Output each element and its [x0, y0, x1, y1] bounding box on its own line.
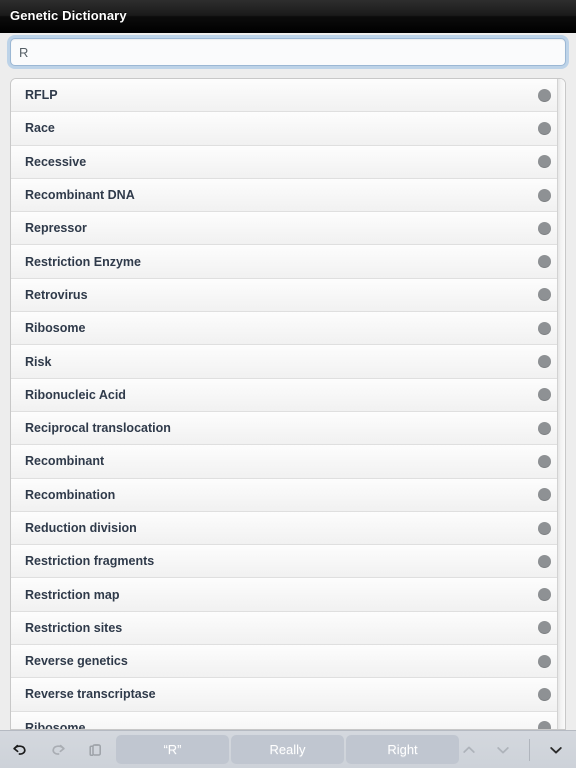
list-item-label: Reciprocal translocation	[25, 421, 171, 436]
list-item-label: Repressor	[25, 221, 87, 236]
app-window: Genetic Dictionary RFLP Race Recessive Reco…	[0, 0, 576, 768]
dismiss-keyboard-icon[interactable]	[544, 738, 568, 762]
chevron-down-icon[interactable]	[491, 738, 515, 762]
filled-circle-icon[interactable]	[538, 554, 551, 568]
list-item[interactable]: Restriction map	[11, 578, 565, 612]
list-item[interactable]: Ribosome	[11, 711, 565, 729]
filled-circle-icon[interactable]	[538, 687, 551, 701]
filled-circle-icon[interactable]	[538, 355, 551, 369]
list-item-label: Recombinant DNA	[25, 188, 135, 203]
filled-circle-icon[interactable]	[538, 155, 551, 169]
suggestion-button[interactable]: Right	[346, 735, 459, 764]
list-item-label: Ribosome	[25, 321, 86, 336]
filled-circle-icon[interactable]	[538, 321, 551, 335]
suggestion-button[interactable]: Really	[231, 735, 344, 764]
page-title: Genetic Dictionary	[10, 8, 127, 23]
list-item-label: Ribosome	[25, 720, 86, 729]
filled-circle-icon[interactable]	[538, 421, 551, 435]
list-scrollbar[interactable]	[557, 79, 565, 729]
filled-circle-icon[interactable]	[538, 588, 551, 602]
list-item[interactable]: Restriction Enzyme	[11, 245, 565, 279]
list-item[interactable]: Reverse transcriptase	[11, 678, 565, 712]
list-item[interactable]: Ribonucleic Acid	[11, 378, 565, 412]
list-item-label: Race	[25, 121, 55, 136]
list-item[interactable]: Race	[11, 112, 565, 146]
suggestion-button[interactable]: “R”	[116, 735, 229, 764]
list-item[interactable]: Repressor	[11, 212, 565, 246]
suggestion-label: Right	[387, 742, 418, 757]
list-scroll-area[interactable]: RFLP Race Recessive Recombinant DNA Represso…	[11, 79, 565, 729]
list-item[interactable]: Restriction fragments	[11, 545, 565, 579]
filled-circle-icon[interactable]	[538, 221, 551, 235]
list-item-label: Restriction fragments	[25, 554, 155, 569]
dictionary-list[interactable]: RFLP Race Recessive Recombinant DNA Represso…	[10, 78, 566, 730]
list-item[interactable]: Reciprocal translocation	[11, 411, 565, 446]
search-bar	[0, 34, 576, 74]
list-item-label: Restriction map	[25, 587, 120, 602]
filled-circle-icon[interactable]	[538, 454, 551, 468]
list-item[interactable]: Retrovirus	[11, 278, 565, 313]
suggestion-label: Really	[269, 742, 306, 757]
filled-circle-icon[interactable]	[538, 721, 551, 729]
list-item[interactable]: Ribosome	[11, 312, 565, 346]
filled-circle-icon[interactable]	[538, 654, 551, 668]
list-item[interactable]: RFLP	[11, 79, 565, 113]
filled-circle-icon[interactable]	[538, 288, 551, 302]
title-bar: Genetic Dictionary	[0, 0, 576, 33]
list-item-label: Retrovirus	[25, 287, 88, 302]
keyboard-toolbar: “R” Really Right	[0, 730, 576, 768]
list-item[interactable]: Recombinant DNA	[11, 178, 565, 213]
filled-circle-icon[interactable]	[538, 121, 551, 135]
list-item-label: Recombination	[25, 487, 116, 502]
filled-circle-icon[interactable]	[538, 255, 551, 269]
list-item-label: Recombinant	[25, 454, 105, 469]
search-input[interactable]	[10, 38, 566, 66]
list-item-label: Reverse transcriptase	[25, 687, 156, 702]
list-item-label: Restriction sites	[25, 620, 123, 635]
filled-circle-icon[interactable]	[538, 488, 551, 502]
list-item[interactable]: Reverse genetics	[11, 645, 565, 679]
filled-circle-icon[interactable]	[538, 388, 551, 402]
list-item[interactable]: Recessive	[11, 145, 565, 179]
list-item-label: Risk	[25, 354, 52, 369]
suggestion-label: “R”	[163, 742, 182, 757]
paste-icon[interactable]	[84, 738, 108, 762]
list-item-label: Recessive	[25, 154, 87, 169]
filled-circle-icon[interactable]	[538, 188, 551, 202]
list-item-label: Reduction division	[25, 521, 137, 535]
list-item-label: Restriction Enzyme	[25, 254, 142, 269]
chevron-up-icon[interactable]	[457, 738, 481, 762]
list-item-label: Ribonucleic Acid	[25, 387, 126, 402]
list-item[interactable]: Restriction sites	[11, 611, 565, 646]
list-item-label: RFLP	[25, 88, 58, 103]
toolbar-nav-icons	[457, 731, 568, 768]
list-item[interactable]: Reduction division	[11, 511, 565, 546]
toolbar-divider	[529, 739, 530, 761]
autocorrect-suggestions: “R” Really Right	[116, 735, 459, 764]
list-item[interactable]: Recombinant	[11, 445, 565, 479]
filled-circle-icon[interactable]	[538, 521, 551, 535]
undo-icon[interactable]	[8, 738, 32, 762]
filled-circle-icon[interactable]	[538, 621, 551, 635]
redo-icon[interactable]	[46, 738, 70, 762]
list-item[interactable]: Recombination	[11, 478, 565, 512]
toolbar-edit-icons	[8, 731, 108, 768]
list-item[interactable]: Risk	[11, 345, 565, 379]
filled-circle-icon[interactable]	[538, 88, 551, 102]
list-item-label: Reverse genetics	[25, 654, 128, 669]
